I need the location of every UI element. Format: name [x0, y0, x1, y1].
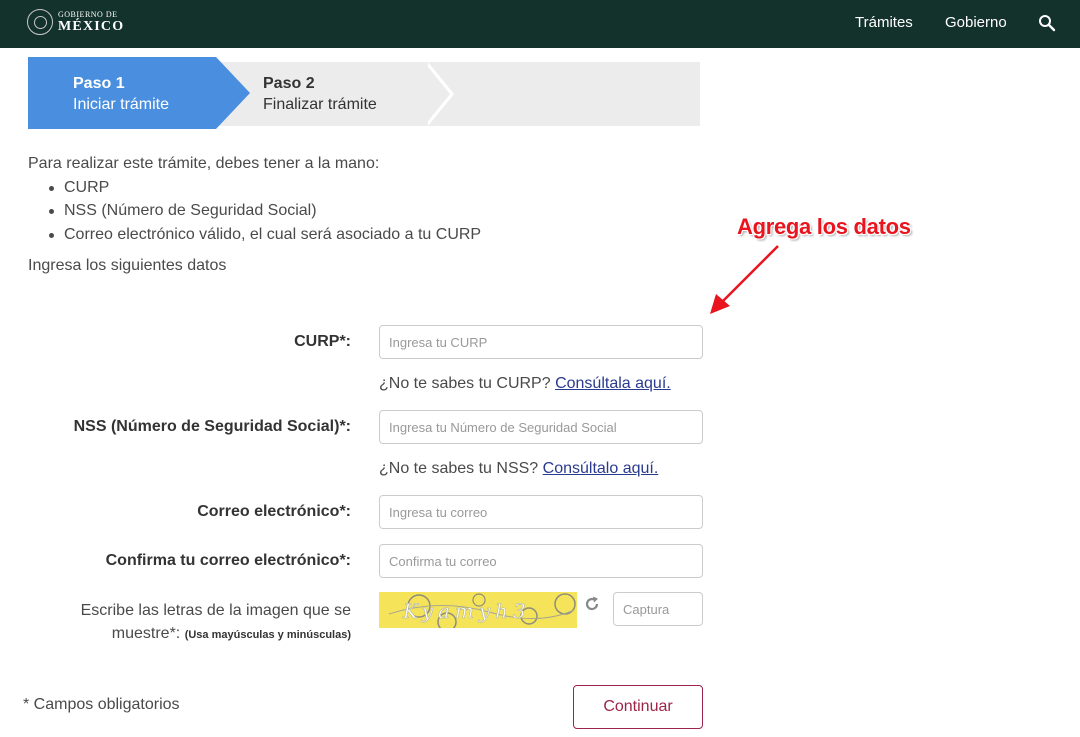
email-label: Correo electrónico*:: [197, 503, 351, 520]
annotation-arrow-icon: [710, 245, 779, 314]
email-confirm-input[interactable]: [379, 544, 703, 578]
captcha-image: Kyamyh3: [379, 592, 577, 628]
nss-label: NSS (Número de Seguridad Social)*:: [73, 418, 351, 435]
nss-input[interactable]: [379, 410, 703, 444]
nav-gobierno-link[interactable]: Gobierno: [945, 14, 1007, 31]
datos-heading: Ingresa los siguientes datos: [28, 257, 227, 274]
requirements-intro: Para realizar este trámite, debes tener …: [28, 152, 481, 246]
email-confirm-label: Confirma tu correo electrónico*:: [105, 552, 351, 569]
step-1: Paso 1 Iniciar trámite: [73, 73, 169, 115]
search-icon[interactable]: [1038, 14, 1056, 32]
logo-text: GOBIERNO DE MÉXICO: [58, 9, 125, 34]
progress-stepper: Paso 1 Iniciar trámite Paso 2 Finalizar …: [28, 57, 700, 129]
step-1-label: Iniciar trámite: [73, 96, 170, 113]
requirements-list: CURP NSS (Número de Seguridad Social) Co…: [46, 176, 481, 247]
email-input[interactable]: [379, 495, 703, 529]
nav-tramites-link[interactable]: Trámites: [855, 14, 913, 31]
continue-button[interactable]: Continuar: [573, 685, 703, 729]
step-2-label: Finalizar trámite: [263, 96, 377, 113]
nss-help: ¿No te sabes tu NSS? Consúltalo aquí.: [379, 460, 658, 478]
top-navbar: GOBIERNO DE MÉXICO Trámites Gobierno: [0, 0, 1080, 48]
step-2: Paso 2 Finalizar trámite: [263, 73, 377, 115]
captcha-text: Kyamyh3: [402, 599, 531, 623]
step-2-number: Paso 2: [263, 75, 315, 92]
required-fields-note: * Campos obligatorios: [23, 696, 180, 713]
curp-help: ¿No te sabes tu CURP? Consúltala aquí.: [379, 375, 671, 393]
curp-label: CURP*:: [294, 333, 351, 350]
logo-line1: GOBIERNO DE: [58, 9, 118, 19]
requirement-item: CURP: [46, 176, 481, 200]
refresh-icon[interactable]: [583, 595, 601, 613]
requirement-item: Correo electrónico válido, el cual será …: [46, 223, 481, 247]
seal-icon: [27, 9, 53, 35]
annotation-text: Agrega los datos: [737, 214, 911, 239]
captcha-note: (Usa mayúsculas y minúsculas): [184, 629, 351, 641]
requirements-text: Para realizar este trámite, debes tener …: [28, 155, 380, 172]
captcha-label: Escribe las letras de la imagen que se m…: [31, 599, 351, 647]
captcha-input[interactable]: [613, 592, 703, 626]
curp-input[interactable]: [379, 325, 703, 359]
logo-line2: MÉXICO: [58, 18, 125, 34]
requirement-item: NSS (Número de Seguridad Social): [46, 199, 481, 223]
step-1-number: Paso 1: [73, 75, 125, 92]
curp-help-text: ¿No te sabes tu CURP?: [379, 375, 556, 392]
nss-lookup-link[interactable]: Consúltalo aquí.: [543, 460, 659, 477]
nss-help-text: ¿No te sabes tu NSS?: [379, 460, 543, 477]
gobierno-mexico-logo[interactable]: GOBIERNO DE MÉXICO: [27, 8, 124, 36]
curp-lookup-link[interactable]: Consúltala aquí.: [555, 375, 671, 392]
